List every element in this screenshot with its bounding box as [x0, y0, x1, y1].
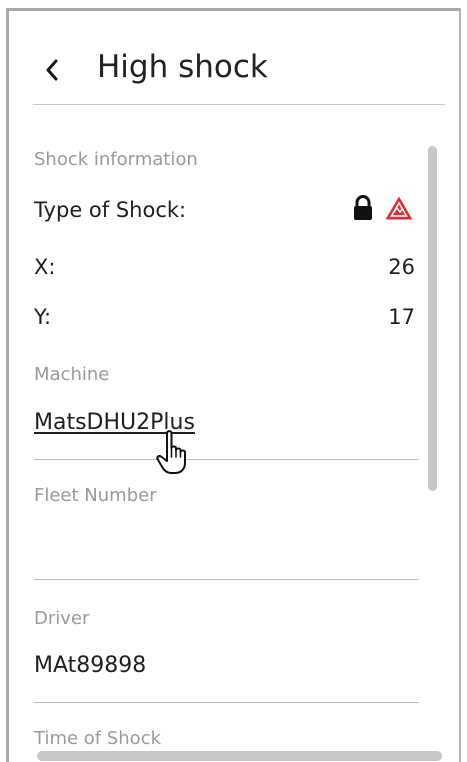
back-button[interactable]	[41, 59, 63, 85]
shock-type-icons	[352, 195, 414, 225]
fleet-number-divider	[34, 579, 419, 580]
time-of-shock-caption: Time of Shock	[34, 728, 162, 749]
panel-header: High shock	[9, 11, 459, 107]
machine-link[interactable]: MatsDHU2Plus	[34, 410, 195, 435]
fleet-number-caption: Fleet Number	[34, 485, 157, 506]
warning-triangle-icon	[384, 195, 414, 225]
machine-caption: Machine	[34, 364, 110, 385]
header-divider	[33, 104, 445, 105]
lock-icon	[352, 195, 374, 225]
shock-information-caption: Shock information	[34, 149, 198, 170]
driver-caption: Driver	[34, 608, 90, 629]
vertical-scrollbar[interactable]	[428, 146, 437, 491]
detail-content: Shock information Type of Shock: X: 26 Y…	[9, 107, 459, 762]
machine-divider	[34, 459, 419, 460]
chevron-left-icon	[45, 59, 59, 85]
horizontal-scrollbar[interactable]	[37, 751, 442, 761]
page-title: High shock	[97, 49, 268, 85]
y-label: Y:	[34, 305, 52, 329]
x-label: X:	[34, 255, 56, 279]
y-value: 17	[388, 305, 415, 329]
shock-detail-panel: High shock Shock information Type of Sho…	[6, 8, 461, 762]
type-of-shock-label: Type of Shock:	[34, 198, 187, 222]
driver-divider	[34, 702, 419, 703]
x-value: 26	[388, 255, 415, 279]
driver-value: MAt89898	[34, 653, 147, 678]
